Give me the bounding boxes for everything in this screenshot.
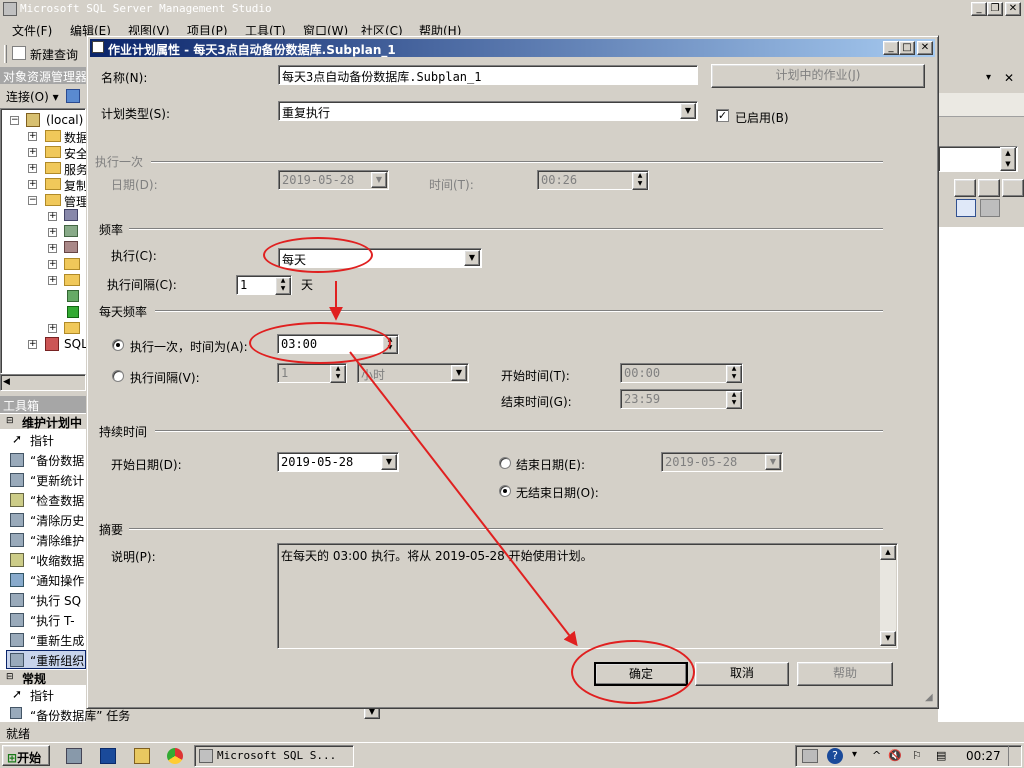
taskbar-task-label: Microsoft SQL S... — [217, 749, 337, 762]
explorer-icon[interactable] — [134, 748, 150, 764]
help-icon[interactable]: ? — [827, 748, 843, 764]
start-button[interactable]: ⊞开始 — [2, 745, 50, 766]
tray-expand-icon[interactable]: ▾ — [852, 749, 857, 760]
chrome-icon[interactable] — [167, 748, 183, 764]
powershell-icon[interactable] — [100, 748, 116, 764]
volume-icon[interactable]: 🔇 — [888, 749, 902, 762]
status-bar: 就绪 — [0, 722, 1024, 742]
annotation-arrow-to-ok — [349, 351, 578, 647]
clock[interactable]: 00:27 — [966, 749, 1001, 763]
status-text: 就绪 — [6, 727, 31, 741]
annotation-arrows — [329, 281, 578, 647]
tray-arrow-icon[interactable]: ^ — [872, 749, 881, 762]
windows-logo-icon: ⊞ — [7, 751, 18, 765]
system-tray: ? ▾ ^ 🔇 ⚐ ▤ 00:27 — [795, 745, 1022, 767]
ssms-icon — [199, 749, 213, 763]
start-label: 开始 — [17, 751, 42, 765]
show-desktop-button[interactable] — [1008, 746, 1020, 766]
network-icon[interactable]: ▤ — [936, 749, 946, 762]
keyboard-icon[interactable] — [802, 749, 818, 763]
taskbar: ⊞开始 Microsoft SQL S... ? ▾ ^ 🔇 ⚐ ▤ 00:27 — [0, 742, 1024, 768]
flag-icon[interactable]: ⚐ — [912, 749, 922, 762]
server-manager-icon[interactable] — [66, 748, 82, 764]
taskbar-task-ssms[interactable]: Microsoft SQL S... — [194, 745, 354, 767]
